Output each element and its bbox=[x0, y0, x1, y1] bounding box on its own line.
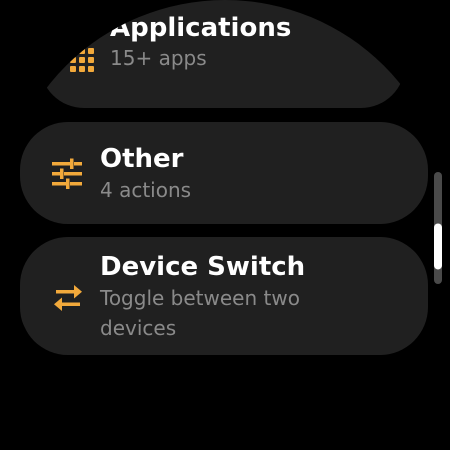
scroll-thumb[interactable] bbox=[434, 223, 442, 270]
menu-item-subtitle: 15+ apps bbox=[110, 46, 207, 70]
menu-item-subtitle: 4 actions bbox=[100, 178, 192, 202]
menu-item-title: Other bbox=[100, 144, 184, 174]
menu-item-other[interactable]: Other 4 actions bbox=[20, 122, 428, 224]
apps-grid-icon bbox=[68, 46, 96, 74]
menu-item-title: Applications bbox=[110, 13, 292, 43]
scroll-indicator[interactable] bbox=[434, 172, 442, 284]
watch-screen: Applications 15+ apps Other 4 actions De… bbox=[0, 0, 450, 450]
swap-arrows-icon bbox=[52, 283, 84, 313]
menu-item-title: Device Switch bbox=[100, 252, 306, 282]
sliders-icon bbox=[50, 158, 84, 190]
menu-item-subtitle: Toggle between two devices bbox=[100, 286, 300, 340]
menu-item-device-switch[interactable]: Device Switch Toggle between two devices bbox=[20, 237, 428, 355]
menu-item-applications[interactable]: Applications 15+ apps bbox=[40, 0, 405, 108]
